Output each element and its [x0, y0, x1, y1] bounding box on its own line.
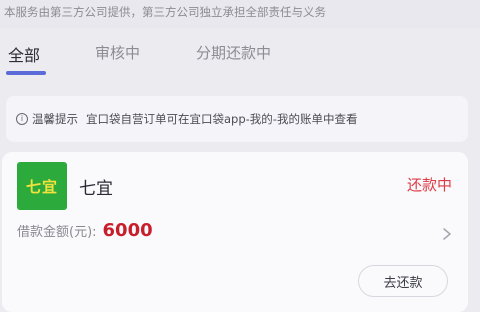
tab-all[interactable]: 全部: [8, 42, 40, 66]
status-badge: 还款中: [406, 176, 452, 194]
order-card[interactable]: 七宜 七宜 还款中 借款金额(元): 6000 去还款: [2, 152, 468, 312]
repay-button[interactable]: 去还款: [358, 265, 448, 297]
tab-under-review[interactable]: 审核中: [95, 42, 140, 63]
chevron-right-icon[interactable]: [442, 228, 452, 240]
loan-amount-row: 借款金额(元): 6000: [17, 220, 153, 241]
tip-banner: i 温馨提示 宜口袋自营订单可在宜口袋app-我的-我的账单中查看: [6, 96, 468, 142]
merchant-logo: 七宜: [17, 162, 67, 210]
loan-amount-label: 借款金额(元):: [17, 225, 97, 240]
tip-label: 温馨提示: [32, 112, 78, 126]
loan-amount-value: 6000: [102, 220, 153, 241]
order-tabs: 全部 审核中 分期还款中: [0, 28, 480, 88]
info-icon: i: [16, 113, 28, 125]
tab-installment-repaying[interactable]: 分期还款中: [196, 42, 271, 63]
merchant-name: 七宜: [79, 179, 113, 199]
merchant-logo-text: 七宜: [25, 177, 58, 196]
third-party-notice: 本服务由第三方公司提供，第三方公司独立承担全部责任与义务: [0, 0, 480, 28]
active-tab-indicator: [6, 71, 46, 75]
tip-text: 宜口袋自营订单可在宜口袋app-我的-我的账单中查看: [86, 112, 358, 126]
